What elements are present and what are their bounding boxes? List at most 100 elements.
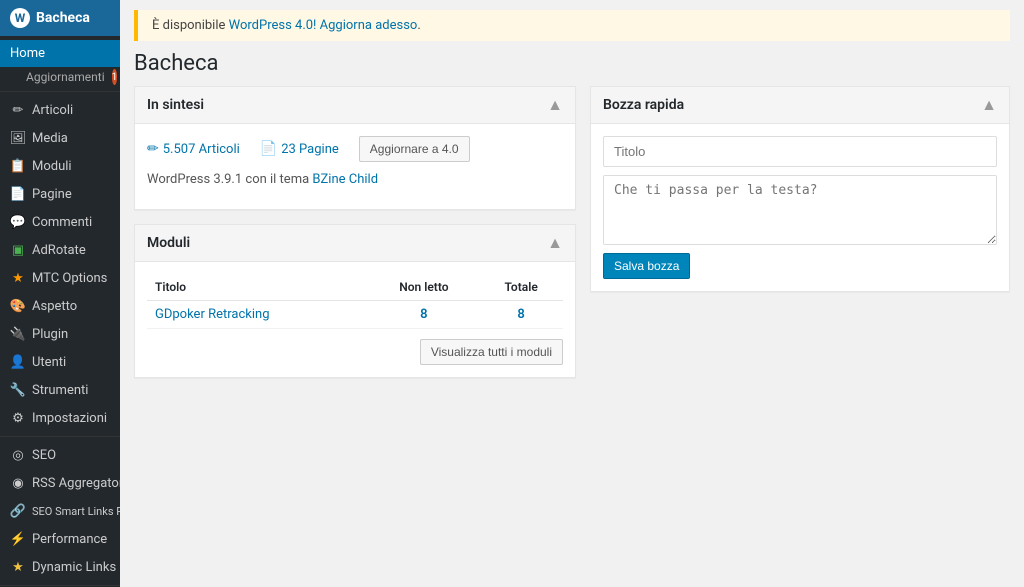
modulo-title-link[interactable]: GDpoker Retracking (155, 307, 270, 322)
seo-label: SEO (32, 448, 56, 463)
moduli-icon: 📋 (10, 158, 26, 174)
utenti-label: Utenti (32, 355, 66, 370)
bozza-save-row: Salva bozza (603, 253, 997, 279)
notice-text-after: . (417, 18, 420, 33)
sidebar: W Bacheca Home Aggiornamenti 1 ✏ Articol… (0, 0, 120, 587)
bozza-rapida-title: Bozza rapida (603, 97, 684, 113)
strumenti-label: Strumenti (32, 383, 88, 398)
aggiornamenti-badge: 1 (112, 69, 118, 85)
sidebar-item-home[interactable]: Home (0, 40, 120, 67)
smart-links-icon: 🔗 (10, 503, 26, 519)
wordpress-update-link[interactable]: WordPress 4.0! (229, 18, 317, 33)
col-titolo: Titolo (147, 274, 369, 301)
moduli-title: Moduli (147, 235, 190, 251)
bozza-rapida-collapse-icon[interactable]: ▲ (981, 95, 997, 115)
left-column: In sintesi ▲ ✏ 5.507 Articoli 📄 23 Pagin… (134, 86, 576, 378)
aspetto-icon: 🎨 (10, 298, 26, 314)
rss-label: RSS Aggregator (32, 476, 120, 491)
moduli-row-non-letto: 8 (369, 301, 480, 329)
update-notice: È disponibile WordPress 4.0! Aggiorna ad… (134, 10, 1010, 41)
sidebar-item-articoli[interactable]: ✏ Articoli (0, 96, 120, 124)
sidebar-item-adrotate[interactable]: ▣ AdRotate (0, 236, 120, 264)
moduli-body: Titolo Non letto Totale GDpoker Retracki… (135, 262, 575, 377)
salva-bozza-button[interactable]: Salva bozza (603, 253, 690, 279)
aggiorna-adesso-link[interactable]: Aggiorna adesso (320, 18, 418, 33)
sidebar-item-mtc-options[interactable]: ★ MTC Options (0, 264, 120, 292)
sidebar-item-plugin[interactable]: 🔌 Plugin (0, 320, 120, 348)
in-sintesi-widget: In sintesi ▲ ✏ 5.507 Articoli 📄 23 Pagin… (134, 86, 576, 210)
plugin-label: Plugin (32, 327, 68, 342)
moduli-widget: Moduli ▲ Titolo Non letto Totale (134, 224, 576, 378)
theme-link[interactable]: BZine Child (312, 172, 378, 187)
dynamic-links-icon: ★ (10, 559, 26, 575)
seo-icon: ◎ (10, 447, 26, 463)
view-all-row: Visualizza tutti i moduli (147, 339, 563, 365)
mtc-icon: ★ (10, 270, 26, 286)
smart-links-label: SEO Smart Links Pro (32, 505, 120, 518)
sidebar-item-utenti[interactable]: 👤 Utenti (0, 348, 120, 376)
wordpress-logo: W (10, 8, 30, 28)
pagine-count: 23 Pagine (281, 142, 339, 157)
pagine-label: Pagine (32, 187, 72, 202)
in-sintesi-collapse-icon[interactable]: ▲ (547, 95, 563, 115)
performance-label: Performance (32, 532, 107, 547)
sidebar-item-commenti[interactable]: 💬 Commenti (0, 208, 120, 236)
media-label: Media (32, 131, 68, 146)
pagine-count-link[interactable]: 📄 23 Pagine (260, 141, 339, 157)
strumenti-icon: 🔧 (10, 382, 26, 398)
bozza-rapida-header: Bozza rapida ▲ (591, 87, 1009, 124)
in-sintesi-body: ✏ 5.507 Articoli 📄 23 Pagine Aggiornare … (135, 124, 575, 209)
update-button[interactable]: Aggiornare a 4.0 (359, 136, 470, 162)
moduli-table: Titolo Non letto Totale GDpoker Retracki… (147, 274, 563, 329)
moduli-header: Moduli ▲ (135, 225, 575, 262)
sidebar-item-rss-aggregator[interactable]: ◉ RSS Aggregator (0, 469, 120, 497)
sidebar-item-seo[interactable]: ◎ SEO (0, 441, 120, 469)
sidebar-item-aspetto[interactable]: 🎨 Aspetto (0, 292, 120, 320)
sidebar-header: W Bacheca (0, 0, 120, 36)
sidebar-item-performance[interactable]: ⚡ Performance (0, 525, 120, 553)
col-non-letto: Non letto (369, 274, 480, 301)
view-all-moduli-button[interactable]: Visualizza tutti i moduli (420, 339, 563, 365)
notice-text-before: È disponibile (152, 18, 229, 33)
sidebar-extra-section: ◎ SEO ◉ RSS Aggregator 🔗 SEO Smart Links… (0, 437, 120, 586)
col-totale: Totale (479, 274, 563, 301)
sidebar-item-dynamic-links[interactable]: ★ Dynamic Links (0, 553, 120, 581)
sidebar-item-aggiornamenti[interactable]: Aggiornamenti 1 (0, 67, 120, 87)
sidebar-item-pagine[interactable]: 📄 Pagine (0, 180, 120, 208)
table-row: GDpoker Retracking 8 8 (147, 301, 563, 329)
sidebar-item-moduli[interactable]: 📋 Moduli (0, 152, 120, 180)
theme-text: WordPress 3.9.1 con il tema (147, 172, 309, 187)
moduli-row-totale: 8 (479, 301, 563, 329)
moduli-collapse-icon[interactable]: ▲ (547, 233, 563, 253)
in-sintesi-header: In sintesi ▲ (135, 87, 575, 124)
bozza-rapida-widget: Bozza rapida ▲ Salva bozza (590, 86, 1010, 292)
impostazioni-label: Impostazioni (32, 411, 107, 426)
articoli-label: Articoli (32, 103, 73, 118)
home-label: Home (10, 46, 45, 61)
bozza-rapida-body: Salva bozza (591, 124, 1009, 291)
content-grid: In sintesi ▲ ✏ 5.507 Articoli 📄 23 Pagin… (120, 86, 1024, 392)
sidebar-item-impostazioni[interactable]: ⚙ Impostazioni (0, 404, 120, 432)
main-content: È disponibile WordPress 4.0! Aggiorna ad… (120, 0, 1024, 587)
theme-info: WordPress 3.9.1 con il tema BZine Child (147, 172, 563, 187)
performance-icon: ⚡ (10, 531, 26, 547)
mtc-label: MTC Options (32, 271, 107, 286)
dynamic-links-label: Dynamic Links (32, 560, 116, 575)
page-title: Bacheca (120, 45, 1024, 86)
aspetto-label: Aspetto (32, 299, 77, 314)
aggiornamenti-label: Aggiornamenti (26, 70, 105, 84)
plugin-icon: 🔌 (10, 326, 26, 342)
bozza-body-textarea[interactable] (603, 175, 997, 245)
sidebar-main-section: ✏ Articoli 🖼 Media 📋 Moduli 📄 Pagine 💬 C… (0, 92, 120, 437)
adrotate-icon: ▣ (10, 242, 26, 258)
sidebar-item-seo-smart-links[interactable]: 🔗 SEO Smart Links Pro (0, 497, 120, 525)
sidebar-item-strumenti[interactable]: 🔧 Strumenti (0, 376, 120, 404)
pagine-stat-icon: 📄 (260, 141, 277, 157)
stats-row: ✏ 5.507 Articoli 📄 23 Pagine Aggiornare … (147, 136, 563, 162)
commenti-label: Commenti (32, 215, 92, 230)
sidebar-item-media[interactable]: 🖼 Media (0, 124, 120, 152)
bozza-title-input[interactable] (603, 136, 997, 167)
articoli-count-link[interactable]: ✏ 5.507 Articoli (147, 141, 240, 157)
adrotate-label: AdRotate (32, 243, 86, 258)
site-name: Bacheca (36, 10, 90, 26)
